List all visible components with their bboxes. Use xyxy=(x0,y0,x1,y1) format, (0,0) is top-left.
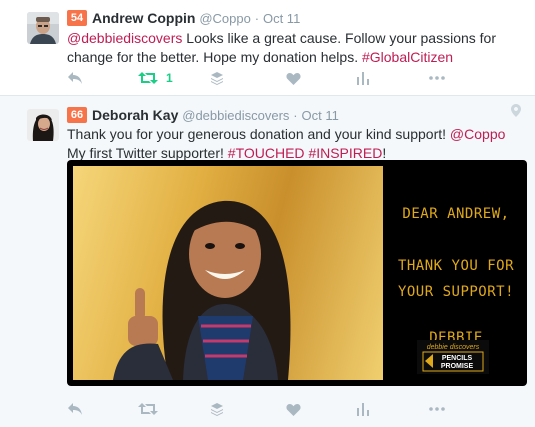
svg-text:PENCILS: PENCILS xyxy=(442,355,473,362)
display-name[interactable]: Andrew Coppin xyxy=(92,10,195,26)
score-badge: 66 xyxy=(67,107,87,123)
tweet-andrew-coppin[interactable]: 54 Andrew Coppin @Coppo · Oct 11 @debbie… xyxy=(0,0,535,96)
timestamp[interactable]: Oct 11 xyxy=(263,11,300,26)
reply-icon xyxy=(68,72,82,84)
hashtag-link[interactable]: #TOUCHED xyxy=(228,145,305,161)
retweet-button[interactable]: 1 xyxy=(138,69,173,87)
separator: · xyxy=(254,11,260,26)
tweet-text: Thank you for your generous donation and… xyxy=(67,125,527,163)
text-segment: My first Twitter supporter! xyxy=(67,145,228,161)
more-button[interactable] xyxy=(429,69,445,87)
tweet-photo[interactable]: DEAR ANDREW, THANK YOU FOR YOUR SUPPORT!… xyxy=(67,160,527,386)
location-pin-icon[interactable] xyxy=(511,104,521,122)
svg-text:PROMISE: PROMISE xyxy=(441,363,474,370)
tweet-actions: 1 xyxy=(67,69,467,87)
hashtag-link[interactable]: #INSPIRED xyxy=(308,145,382,161)
more-button[interactable] xyxy=(429,400,445,418)
tweet-text: @debbiediscovers Looks like a great caus… xyxy=(67,29,527,67)
heart-icon xyxy=(286,403,301,416)
tweet-actions xyxy=(67,400,467,418)
more-icon xyxy=(429,76,445,80)
text-segment: Thank you for your generous donation and… xyxy=(67,126,450,142)
analytics-icon xyxy=(357,72,369,85)
note-greeting: DEAR ANDREW, xyxy=(402,206,510,222)
user-handle[interactable]: @debbiediscovers xyxy=(182,108,289,123)
text-segment: ! xyxy=(382,145,387,161)
analytics-button[interactable] xyxy=(357,69,369,87)
mention-link[interactable]: @Coppo xyxy=(450,126,505,142)
timestamp[interactable]: Oct 11 xyxy=(302,108,339,123)
like-button[interactable] xyxy=(286,400,301,418)
retweet-icon xyxy=(138,403,158,415)
tweet-deborah-kay[interactable]: 66 Deborah Kay @debbiediscovers · Oct 11… xyxy=(0,96,535,427)
avatar[interactable] xyxy=(27,109,59,141)
more-icon xyxy=(429,407,445,411)
like-button[interactable] xyxy=(286,69,301,87)
note-line: THANK YOU FOR xyxy=(397,258,515,274)
tweet-header: Deborah Kay @debbiediscovers · Oct 11 xyxy=(92,107,339,123)
photo-girl-thumbs-up xyxy=(73,166,383,380)
reply-button[interactable] xyxy=(67,400,83,418)
retweet-icon xyxy=(138,72,158,84)
pencils-of-promise-logo: debbie discovers PENCILS PROMISE xyxy=(417,340,489,374)
reply-button[interactable] xyxy=(67,69,83,87)
heart-icon xyxy=(286,72,301,85)
separator: · xyxy=(293,108,298,123)
avatar[interactable] xyxy=(27,12,59,44)
analytics-button[interactable] xyxy=(357,400,369,418)
buffer-button[interactable] xyxy=(210,69,224,87)
buffer-icon xyxy=(211,72,223,85)
display-name[interactable]: Deborah Kay xyxy=(92,107,178,123)
retweet-button[interactable] xyxy=(138,400,158,418)
score-badge: 54 xyxy=(67,10,87,26)
user-handle[interactable]: @Coppo xyxy=(199,11,251,26)
buffer-button[interactable] xyxy=(210,400,224,418)
tweet-header: Andrew Coppin @Coppo · Oct 11 xyxy=(92,10,300,26)
svg-text:debbie discovers: debbie discovers xyxy=(427,344,480,351)
buffer-icon xyxy=(211,403,223,416)
note-line: YOUR SUPPORT! xyxy=(397,284,515,300)
hashtag-link[interactable]: #GlobalCitizen xyxy=(362,49,453,65)
mention-link[interactable]: @debbiediscovers xyxy=(67,30,182,46)
reply-icon xyxy=(68,403,82,415)
analytics-icon xyxy=(357,403,369,416)
retweet-count: 1 xyxy=(166,71,173,85)
